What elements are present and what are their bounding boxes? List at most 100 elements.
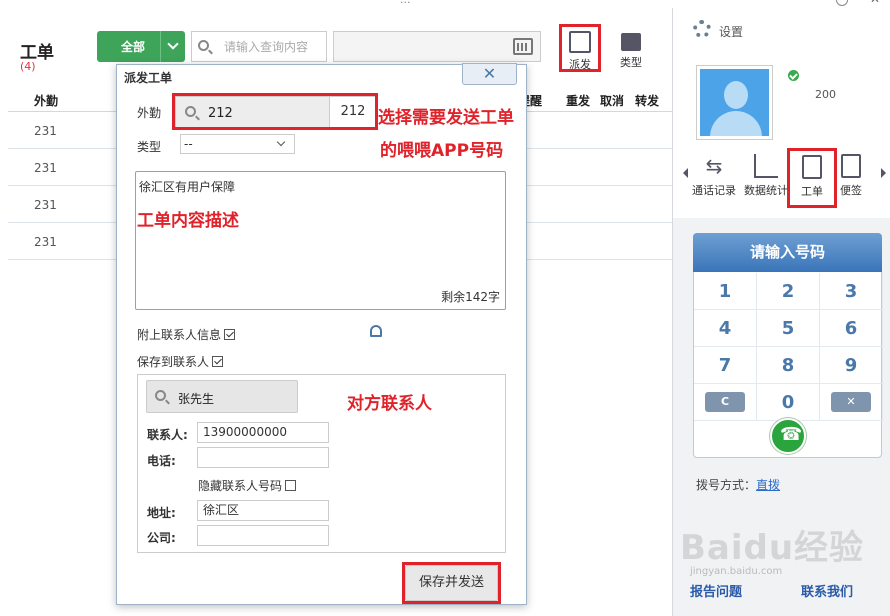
annotation-content: 工单内容描述 — [137, 211, 239, 231]
dispatch-icon — [569, 31, 591, 53]
report-problem-link[interactable]: 报告问题 — [690, 581, 742, 600]
dial-mode-label: 拨号方式： — [696, 478, 757, 492]
chart-icon — [754, 154, 778, 178]
row-ext: 231 — [34, 124, 57, 138]
phone-label: 电话: — [147, 454, 176, 468]
nav-call-log[interactable]: ⇆ 通话记录 — [688, 150, 740, 198]
contact-us-link[interactable]: 联系我们 — [801, 581, 853, 600]
keypad: 1 2 3 4 5 6 7 8 9 C 0 ✕ — [694, 273, 883, 421]
dialog-close-button[interactable]: ✕ — [462, 63, 517, 85]
key-5[interactable]: 5 — [757, 310, 820, 347]
backspace-button[interactable]: ✕ — [831, 392, 871, 412]
calendar-icon[interactable] — [513, 38, 533, 55]
key-back-cell: ✕ — [820, 384, 883, 421]
key-2[interactable]: 2 — [757, 273, 820, 310]
contact-search-input[interactable]: 张先生 — [146, 380, 298, 413]
dispatch-label: 派发 — [569, 58, 591, 71]
watermark: Baidu经验 — [680, 528, 865, 568]
type-label: 类型 — [620, 56, 642, 69]
key-7[interactable]: 7 — [694, 347, 757, 384]
window-top-edge — [0, 0, 890, 8]
key-0[interactable]: 0 — [757, 384, 820, 421]
nav-label: 通话记录 — [692, 184, 736, 197]
company-label: 公司: — [147, 531, 176, 545]
extension-number: 200 — [815, 88, 836, 101]
bell-icon[interactable] — [370, 325, 382, 337]
nav-label: 便签 — [840, 184, 862, 197]
key-clear-cell: C — [694, 384, 757, 421]
close-icon[interactable]: ✕ — [870, 0, 880, 6]
key-4[interactable]: 4 — [694, 310, 757, 347]
attach-contact-option[interactable]: 附上联系人信息 — [137, 326, 236, 343]
type-select[interactable]: -- — [180, 134, 295, 154]
dialpad-header: 请输入号码 — [693, 233, 882, 272]
contact-label: 联系人: — [147, 428, 188, 442]
call-log-icon: ⇆ — [705, 154, 723, 178]
key-9[interactable]: 9 — [820, 347, 883, 384]
type-button[interactable]: 类型 — [609, 33, 653, 70]
online-status-icon — [788, 70, 799, 81]
col-forward: 转发 — [635, 94, 660, 108]
window-title-fragment: ... — [400, 0, 411, 6]
settings-link[interactable]: 设置 — [719, 23, 743, 40]
attach-checkbox[interactable] — [224, 329, 236, 340]
attach-label: 附上联系人信息 — [137, 328, 222, 342]
close-icon: ✕ — [482, 64, 497, 83]
dial-mode-link[interactable]: 直拨 — [756, 478, 780, 492]
type-icon — [621, 33, 641, 51]
gear-icon[interactable] — [693, 20, 711, 38]
nav-stats[interactable]: 数据统计 — [740, 150, 792, 198]
contact-field[interactable]: 13900000000 — [197, 422, 329, 443]
company-field[interactable] — [197, 525, 329, 546]
save-contact-option[interactable]: 保存到联系人 — [137, 353, 224, 370]
search-icon — [155, 390, 166, 401]
remaining-count: 剩余142字 — [441, 290, 500, 304]
watermark-sub: jingyan.baidu.com — [690, 566, 783, 577]
chevron-down-icon — [276, 137, 286, 147]
clear-button[interactable]: C — [705, 392, 745, 412]
order-count-badge: (4) — [20, 60, 36, 73]
row-ext: 231 — [34, 235, 57, 249]
call-button[interactable] — [770, 418, 806, 454]
address-field[interactable]: 徐汇区 — [197, 500, 329, 521]
phone-field[interactable] — [197, 447, 329, 468]
col-resend: 重发 — [566, 94, 591, 108]
type-value: -- — [184, 137, 193, 151]
dial-mode: 拨号方式：直拨 — [696, 476, 780, 493]
ext-label: 外勤 — [137, 106, 162, 120]
key-8[interactable]: 8 — [757, 347, 820, 384]
col-cancel: 取消 — [600, 94, 625, 108]
dispatch-button[interactable]: 派发 — [559, 24, 601, 72]
contact-search-value: 张先生 — [178, 392, 215, 406]
hide-label: 隐藏联系人号码 — [198, 479, 283, 493]
edit-icon — [841, 154, 861, 178]
search-icon — [198, 40, 209, 51]
hide-number-option[interactable]: 隐藏联系人号码 — [198, 477, 297, 494]
key-3[interactable]: 3 — [820, 273, 883, 310]
col-ext: 外勤 — [34, 94, 59, 108]
filter-label: 全部 — [121, 40, 146, 54]
annotation-select-app: 选择需要发送工单 — [378, 108, 514, 128]
filter-dropdown[interactable]: 全部 — [97, 31, 185, 62]
side-nav: ⇆ 通话记录 数据统计 工单 便签 — [680, 148, 890, 210]
key-1[interactable]: 1 — [694, 273, 757, 310]
document-icon — [802, 155, 822, 179]
dialog-title: 派发工单 — [124, 71, 173, 85]
content-textarea[interactable]: 徐汇区有用户保障 剩余142字 — [135, 171, 506, 310]
highlight-box — [402, 562, 501, 604]
search-input[interactable]: 请输入查询内容 — [191, 31, 327, 62]
content-text: 徐汇区有用户保障 — [139, 180, 236, 194]
save-contact-label: 保存到联系人 — [137, 355, 210, 369]
key-6[interactable]: 6 — [820, 310, 883, 347]
row-ext: 231 — [34, 161, 57, 175]
annotation-select-app-2: 的喂喂APP号码 — [380, 141, 504, 161]
nav-notes[interactable]: 便签 — [825, 150, 877, 198]
save-contact-checkbox[interactable] — [212, 356, 224, 367]
nav-label: 数据统计 — [744, 184, 788, 197]
divider — [160, 31, 161, 62]
nav-label: 工单 — [801, 185, 823, 198]
avatar[interactable] — [697, 66, 772, 139]
highlight-box — [172, 93, 378, 130]
hide-checkbox[interactable] — [285, 480, 297, 491]
date-input[interactable] — [333, 31, 541, 62]
